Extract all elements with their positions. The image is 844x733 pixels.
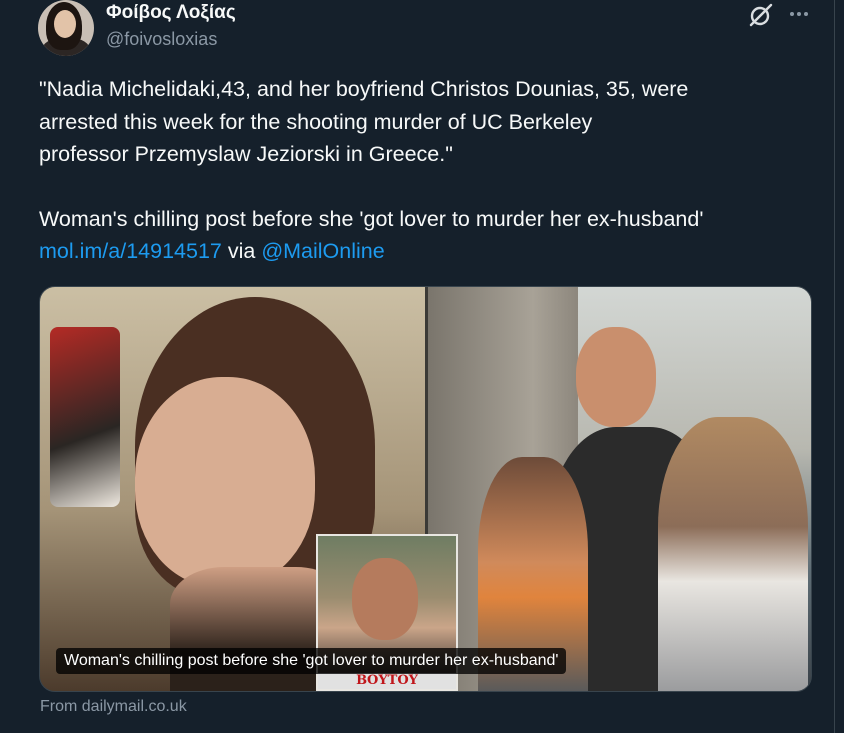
right-photo — [428, 287, 811, 691]
card-source[interactable]: From dailymail.co.uk — [40, 698, 187, 716]
inset-label: ΒΟΥΤΟΥ — [318, 673, 456, 689]
more-dots-icon[interactable] — [788, 6, 810, 22]
mention-link[interactable]: @MailOnline — [261, 239, 384, 263]
author-handle[interactable]: @foivosloxias — [106, 29, 217, 50]
inset-man-head — [352, 558, 418, 640]
avatar[interactable] — [38, 0, 94, 56]
tweet: Φοίβος Λοξίας @foivosloxias "Nadia Miche… — [0, 0, 835, 733]
link-card-image[interactable]: ΒΟΥΤΟΥ Woman's chilling post before she … — [39, 286, 812, 692]
tweet-link-line: mol.im/a/14914517 via @MailOnline — [39, 235, 819, 268]
man-head — [576, 327, 656, 427]
article-link[interactable]: mol.im/a/14914517 — [39, 239, 222, 263]
tweet-headline: Woman's chilling post before she 'got lo… — [39, 206, 704, 231]
card-caption: Woman's chilling post before she 'got lo… — [56, 648, 567, 674]
tweet-text: "Nadia Michelidaki,43, and her boyfriend… — [39, 73, 819, 268]
woman-face — [135, 377, 315, 587]
grok-icon[interactable] — [748, 2, 774, 28]
blurred-child-right — [658, 417, 808, 691]
tweet-quote-line-1: "Nadia Michelidaki,43, and her boyfriend… — [39, 77, 689, 101]
via-text: via — [221, 239, 262, 263]
tweet-quote-line-2: arrested this week for the shooting murd… — [39, 109, 593, 134]
author-display-name[interactable]: Φοίβος Λοξίας — [106, 2, 236, 24]
background-artwork — [50, 327, 120, 507]
tweet-quote-line-3: professor Przemyslaw Jeziorski in Greece… — [39, 142, 453, 166]
avatar-face — [54, 10, 76, 38]
